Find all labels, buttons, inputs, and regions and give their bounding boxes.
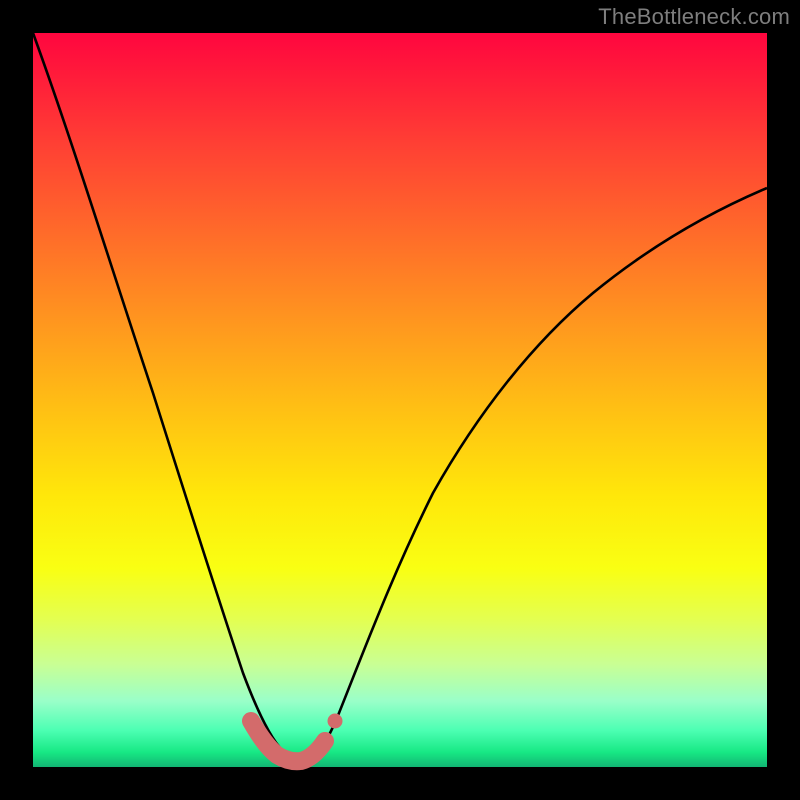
watermark-text: TheBottleneck.com [598,4,790,30]
marker-dot [328,714,343,729]
curve-layer [33,33,767,767]
bottleneck-curve [33,33,767,760]
minimum-highlight [251,721,325,761]
chart-frame: TheBottleneck.com [0,0,800,800]
plot-area [33,33,767,767]
